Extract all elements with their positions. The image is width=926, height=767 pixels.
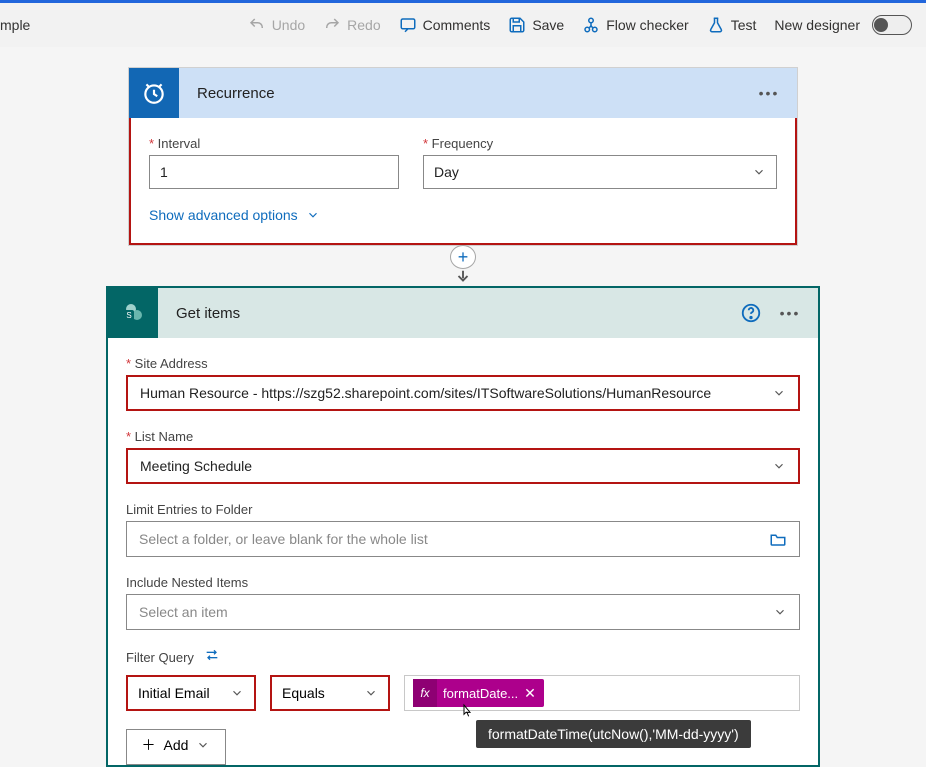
flow-checker-button[interactable]: Flow checker [582, 16, 688, 34]
interval-input[interactable]: 1 [149, 155, 399, 189]
chevron-down-icon [230, 686, 244, 700]
expression-token[interactable]: fx formatDate... ✕ [413, 679, 544, 707]
filter-operator-select[interactable]: Equals [270, 675, 390, 711]
chevron-down-icon [772, 459, 786, 473]
recurrence-body: Interval 1 Frequency Day Show advanced o… [129, 118, 797, 245]
site-address-select[interactable]: Human Resource - https://szg52.sharepoin… [126, 375, 800, 411]
limit-folder-field: Limit Entries to Folder Select a folder,… [126, 502, 800, 557]
get-items-body: Site Address Human Resource - https://sz… [108, 338, 818, 765]
interval-field: Interval 1 [149, 136, 399, 189]
sharepoint-icon: S [108, 288, 158, 338]
test-icon [707, 16, 725, 34]
filter-value-input[interactable]: fx formatDate... ✕ [404, 675, 800, 711]
undo-button[interactable]: Undo [248, 16, 305, 34]
comments-label: Comments [423, 17, 491, 33]
breadcrumb-tail: mple [0, 17, 30, 33]
chevron-down-icon [364, 686, 378, 700]
folder-icon[interactable] [769, 532, 787, 546]
chevron-down-icon [306, 208, 320, 222]
save-button[interactable]: Save [508, 16, 564, 34]
undo-label: Undo [272, 17, 305, 33]
save-icon [508, 16, 526, 34]
remove-token-button[interactable]: ✕ [524, 685, 536, 702]
chevron-down-icon [196, 738, 210, 752]
recurrence-header[interactable]: Recurrence ••• [129, 68, 797, 118]
test-button[interactable]: Test [707, 16, 757, 34]
get-items-menu[interactable]: ••• [776, 305, 804, 321]
site-address-field: Site Address Human Resource - https://sz… [126, 356, 800, 411]
chevron-down-icon [772, 386, 786, 400]
recurrence-title: Recurrence [179, 85, 755, 102]
designer-canvas: Recurrence ••• Interval 1 Frequency Day … [0, 47, 926, 767]
filter-query-label: Filter Query [126, 650, 194, 665]
get-items-title: Get items [158, 305, 740, 322]
toggle-thumb [874, 18, 888, 32]
nested-items-select[interactable]: Select an item [126, 594, 800, 630]
comments-button[interactable]: Comments [399, 16, 491, 34]
swap-icon[interactable] [204, 648, 220, 667]
redo-icon [323, 16, 341, 34]
frequency-field: Frequency Day [423, 136, 777, 189]
redo-label: Redo [347, 17, 380, 33]
limit-folder-label: Limit Entries to Folder [126, 502, 800, 517]
nested-items-label: Include Nested Items [126, 575, 800, 590]
undo-icon [248, 16, 266, 34]
new-designer-label: New designer [774, 17, 860, 33]
comments-icon [399, 16, 417, 34]
command-bar: mple Undo Redo Comments Save Flow checke… [0, 0, 926, 47]
fx-icon: fx [413, 679, 437, 707]
get-items-card: S Get items ••• Site Address Human Resou… [106, 286, 820, 767]
show-advanced-link[interactable]: Show advanced options [149, 207, 320, 223]
new-designer-toggle[interactable]: New designer [774, 15, 912, 35]
help-icon[interactable] [740, 302, 762, 324]
list-name-label: List Name [126, 429, 800, 444]
interval-label: Interval [149, 136, 399, 151]
list-name-field: List Name Meeting Schedule [126, 429, 800, 484]
test-label: Test [731, 17, 757, 33]
recurrence-card: Recurrence ••• Interval 1 Frequency Day … [128, 67, 798, 246]
recurrence-icon [129, 68, 179, 118]
nested-items-field: Include Nested Items Select an item [126, 575, 800, 630]
site-address-label: Site Address [126, 356, 800, 371]
save-label: Save [532, 17, 564, 33]
expression-tooltip: formatDateTime(utcNow(),'MM-dd-yyyy') [476, 720, 751, 748]
list-name-select[interactable]: Meeting Schedule [126, 448, 800, 484]
chevron-down-icon [752, 165, 766, 179]
toggle-track [872, 15, 912, 35]
get-items-header[interactable]: S Get items ••• [108, 288, 818, 338]
chevron-down-icon [773, 605, 787, 619]
redo-button[interactable]: Redo [323, 16, 380, 34]
frequency-select[interactable]: Day [423, 155, 777, 189]
svg-text:S: S [126, 311, 131, 320]
expression-token-text: formatDate... [443, 686, 518, 701]
add-step-button[interactable]: + [450, 245, 476, 269]
limit-folder-input[interactable]: Select a folder, or leave blank for the … [126, 521, 800, 557]
add-filter-button[interactable]: ＋ Add [126, 729, 226, 765]
recurrence-menu[interactable]: ••• [755, 85, 783, 101]
connector: + [450, 246, 476, 286]
plus-icon: ＋ [142, 735, 156, 755]
frequency-label: Frequency [423, 136, 777, 151]
flow-checker-label: Flow checker [606, 17, 688, 33]
filter-field-select[interactable]: Initial Email [126, 675, 256, 711]
flow-checker-icon [582, 16, 600, 34]
